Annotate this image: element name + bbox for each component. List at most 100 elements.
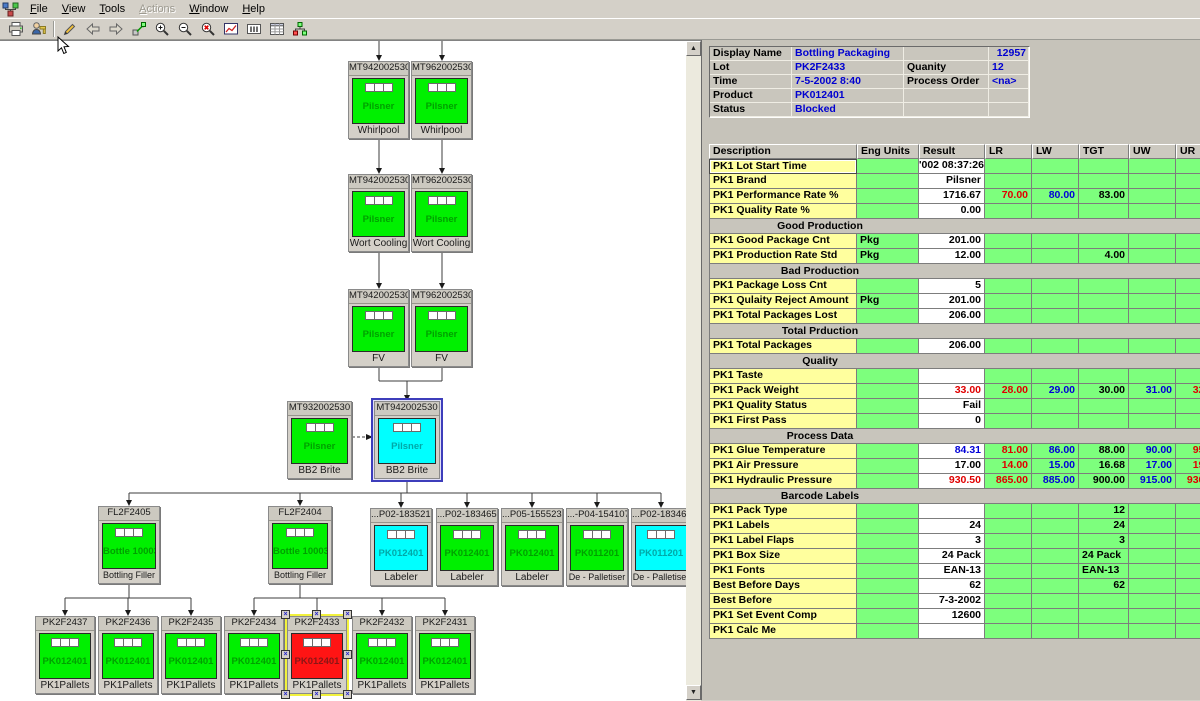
cell-lim[interactable]: 81.00: [985, 444, 1032, 459]
chart-icon[interactable]: [219, 20, 242, 39]
cell-lim[interactable]: [985, 234, 1032, 249]
cell-eng[interactable]: [857, 399, 919, 414]
cell-lim[interactable]: [1129, 249, 1176, 264]
cell-tgt[interactable]: [1079, 369, 1129, 384]
cell-lim[interactable]: [1176, 369, 1200, 384]
cell-lim[interactable]: [1129, 279, 1176, 294]
cell-lim[interactable]: [985, 414, 1032, 429]
cell-lim[interactable]: [1176, 519, 1200, 534]
drill-down-icon[interactable]: [127, 20, 150, 39]
cell-lim[interactable]: [1129, 369, 1176, 384]
cell-lim[interactable]: [1129, 204, 1176, 219]
cell-tgt[interactable]: [1079, 624, 1129, 639]
back-arrow-icon[interactable]: [81, 20, 104, 39]
cell-res[interactable]: 206.00: [919, 309, 985, 324]
lot-node-p04154107[interactable]: ...-P04-154107PK011201De - Palletiser: [566, 508, 628, 586]
cell-desc[interactable]: PK1 Labels: [709, 519, 857, 534]
cell-eng[interactable]: [857, 414, 919, 429]
cell-lim[interactable]: [1032, 294, 1079, 309]
cell-lim[interactable]: [1129, 579, 1176, 594]
cell-lim[interactable]: [985, 174, 1032, 189]
cell-eng[interactable]: [857, 504, 919, 519]
lot-node-mt942002530[interactable]: MT942002530PilsnerWhirlpool: [348, 61, 409, 139]
cell-lim[interactable]: [1032, 279, 1079, 294]
cell-eng[interactable]: [857, 159, 919, 174]
lot-node-p051555232[interactable]: ...P05-1555232PK012401Labeler: [501, 508, 563, 586]
cell-lim[interactable]: [1129, 534, 1176, 549]
cell-res[interactable]: 1716.67: [919, 189, 985, 204]
cell-res[interactable]: 930.50: [919, 474, 985, 489]
cell-lim[interactable]: [1032, 159, 1079, 174]
cell-eng[interactable]: [857, 534, 919, 549]
cell-eng[interactable]: [857, 519, 919, 534]
cell-res[interactable]: 201.00: [919, 294, 985, 309]
cell-tgt[interactable]: EAN-13: [1079, 564, 1129, 579]
cell-lim[interactable]: [985, 159, 1032, 174]
cell-tgt[interactable]: [1079, 399, 1129, 414]
cell-lim[interactable]: [1129, 309, 1176, 324]
cell-eng[interactable]: [857, 609, 919, 624]
cell-res[interactable]: 33.00: [919, 384, 985, 399]
cell-lim[interactable]: 17.00: [1129, 459, 1176, 474]
lot-node-pk2f2433[interactable]: PK2F2433PK012401PK1Pallets××××××××: [287, 616, 347, 694]
cell-lim[interactable]: [1176, 189, 1200, 204]
cell-tgt[interactable]: [1079, 609, 1129, 624]
cell-eng[interactable]: [857, 279, 919, 294]
cell-lim[interactable]: 28.00: [985, 384, 1032, 399]
cell-tgt[interactable]: 3: [1079, 534, 1129, 549]
lot-node-mt942002530[interactable]: MT942002530PilsnerWort Cooling: [348, 174, 409, 252]
cell-lim[interactable]: [1032, 624, 1079, 639]
cell-desc[interactable]: PK1 Total Packages Lost: [709, 309, 857, 324]
cell-eng[interactable]: [857, 309, 919, 324]
cell-lim[interactable]: [1129, 399, 1176, 414]
cell-tgt[interactable]: 4.00: [1079, 249, 1129, 264]
cell-lim[interactable]: [1176, 234, 1200, 249]
cell-res[interactable]: 7-3-2002: [919, 594, 985, 609]
menu-window[interactable]: Window: [182, 2, 235, 17]
cell-lim[interactable]: [1176, 564, 1200, 579]
lot-node-mt962002530[interactable]: MT962002530PilsnerFV: [411, 289, 472, 367]
cell-lim[interactable]: [1176, 249, 1200, 264]
cell-eng[interactable]: [857, 444, 919, 459]
cell-lim[interactable]: [1032, 399, 1079, 414]
cell-lim[interactable]: [1176, 609, 1200, 624]
cell-tgt[interactable]: [1079, 339, 1129, 354]
cell-tgt[interactable]: 900.00: [1079, 474, 1129, 489]
lot-node-pk2f2434[interactable]: PK2F2434PK012401PK1Pallets: [224, 616, 284, 694]
cell-res[interactable]: EAN-13: [919, 564, 985, 579]
zoom-in-icon[interactable]: [150, 20, 173, 39]
cell-lim[interactable]: [1032, 564, 1079, 579]
cell-lim[interactable]: [1129, 609, 1176, 624]
cell-tgt[interactable]: [1079, 594, 1129, 609]
cell-eng[interactable]: [857, 549, 919, 564]
cell-lim[interactable]: [985, 564, 1032, 579]
cell-eng[interactable]: [857, 594, 919, 609]
selection-handle[interactable]: ×: [312, 610, 321, 619]
cell-lim[interactable]: [1176, 159, 1200, 174]
cell-lim[interactable]: [1129, 519, 1176, 534]
cell-eng[interactable]: [857, 384, 919, 399]
cell-lim[interactable]: [1176, 549, 1200, 564]
cell-eng[interactable]: [857, 339, 919, 354]
cell-desc[interactable]: PK1 Quality Status: [709, 399, 857, 414]
cell-lim[interactable]: [1129, 159, 1176, 174]
barcode-view-icon[interactable]: [242, 20, 265, 39]
cell-desc[interactable]: Best Before: [709, 594, 857, 609]
cell-lim[interactable]: 19.00: [1176, 459, 1200, 474]
cell-lim[interactable]: 865.00: [985, 474, 1032, 489]
cell-lim[interactable]: 885.00: [1032, 474, 1079, 489]
cell-lim[interactable]: [985, 519, 1032, 534]
cell-desc[interactable]: Best Before Days: [709, 579, 857, 594]
menu-tools[interactable]: Tools: [92, 2, 132, 17]
cell-res[interactable]: 0.00: [919, 204, 985, 219]
cell-desc[interactable]: PK1 Glue Temperature: [709, 444, 857, 459]
lot-node-fl2f2404[interactable]: FL2F2404Bottle 10003Bottling Filler: [268, 506, 332, 584]
cell-lim[interactable]: [985, 549, 1032, 564]
cell-desc[interactable]: PK1 Lot Start Time: [709, 159, 857, 174]
grid-view-icon[interactable]: [265, 20, 288, 39]
forward-arrow-icon[interactable]: [104, 20, 127, 39]
cell-tgt[interactable]: [1079, 204, 1129, 219]
cell-desc[interactable]: PK1 Fonts: [709, 564, 857, 579]
selection-handle[interactable]: ×: [343, 650, 352, 659]
cell-lim[interactable]: [985, 279, 1032, 294]
